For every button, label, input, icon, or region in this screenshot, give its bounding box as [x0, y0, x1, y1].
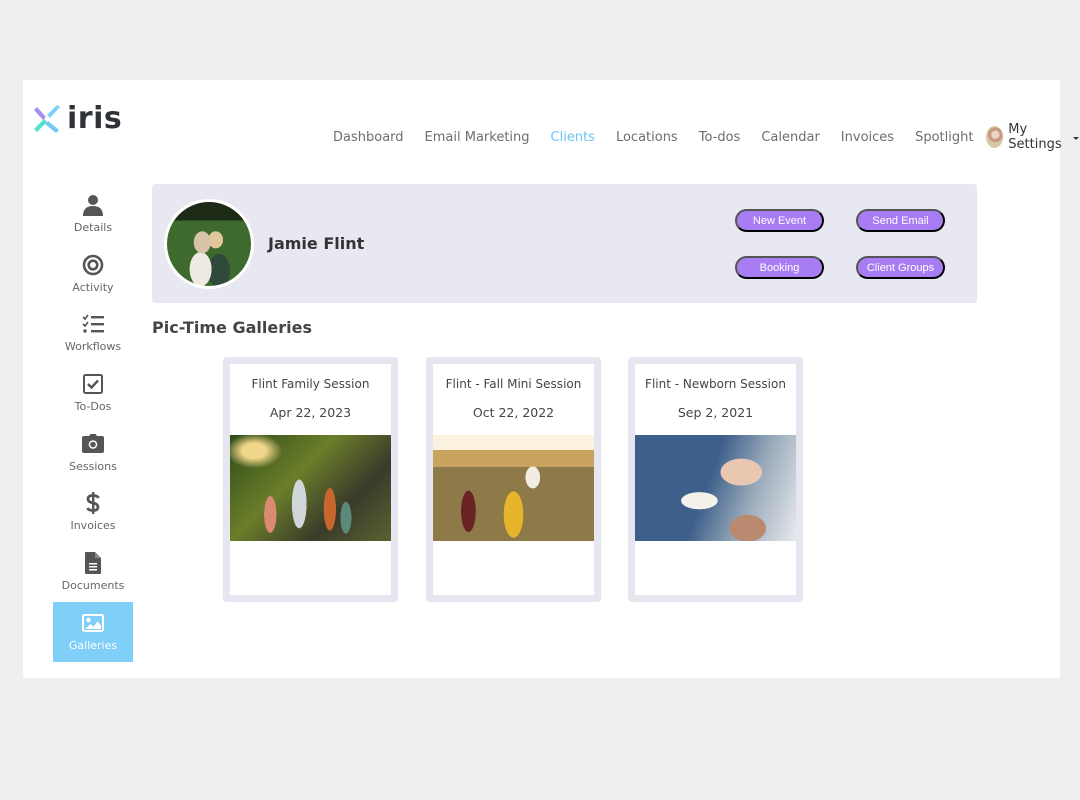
- sidebar-item-activity[interactable]: Activity: [53, 244, 133, 304]
- section-title: Pic-Time Galleries: [152, 318, 312, 337]
- client-sidebar: Details Activity Workflows To-Dos Sessio…: [53, 184, 133, 662]
- nav-dashboard[interactable]: Dashboard: [333, 130, 404, 145]
- gallery-cover-photo: [433, 435, 594, 541]
- sidebar-label: Documents: [61, 578, 125, 592]
- client-name: Jamie Flint: [268, 234, 365, 253]
- sidebar-item-workflows[interactable]: Workflows: [53, 303, 133, 363]
- sidebar-item-todos[interactable]: To-Dos: [53, 363, 133, 423]
- gallery-cover-photo: [230, 435, 391, 541]
- sidebar-label: To-Dos: [74, 399, 112, 413]
- sidebar-label: Galleries: [68, 638, 118, 652]
- dollar-icon: [82, 492, 104, 515]
- gallery-title: Flint - Fall Mini Session: [445, 377, 582, 391]
- nav-invoices[interactable]: Invoices: [841, 130, 894, 145]
- nav-clients[interactable]: Clients: [551, 130, 595, 145]
- sidebar-item-sessions[interactable]: Sessions: [53, 423, 133, 483]
- gallery-date: Sep 2, 2021: [677, 405, 754, 420]
- document-icon: [82, 551, 104, 574]
- caret-down-icon: [1072, 136, 1079, 140]
- send-email-button[interactable]: Send Email: [856, 209, 945, 232]
- iris-logo-icon: [34, 105, 60, 133]
- logo[interactable]: iris: [33, 104, 122, 134]
- my-settings-label: My Settings: [1008, 122, 1062, 152]
- gallery-card-body: Flint Family Session Apr 22, 2023: [230, 364, 391, 595]
- gallery-date: Oct 22, 2022: [472, 405, 555, 420]
- sidebar-label: Sessions: [69, 459, 117, 473]
- gallery-date: Apr 22, 2023: [269, 405, 352, 420]
- camera-icon: [82, 433, 104, 455]
- gallery-card[interactable]: Flint Family Session Apr 22, 2023: [223, 357, 398, 602]
- nav-calendar[interactable]: Calendar: [761, 130, 819, 145]
- nav-spotlight[interactable]: Spotlight: [915, 130, 973, 145]
- sidebar-item-details[interactable]: Details: [53, 184, 133, 244]
- client-header: Jamie Flint New Event Send Email Booking…: [152, 184, 977, 303]
- sidebar-label: Details: [73, 220, 113, 234]
- gallery-card[interactable]: Flint - Newborn Session Sep 2, 2021: [628, 357, 803, 602]
- checklist-icon: [82, 313, 104, 335]
- user-avatar: [986, 126, 1004, 148]
- checkbox-icon: [82, 373, 104, 395]
- sidebar-item-galleries[interactable]: Galleries: [53, 601, 133, 662]
- target-icon: [82, 254, 104, 276]
- my-settings-dropdown[interactable]: My Settings: [986, 122, 1079, 152]
- sidebar-label: Activity: [72, 280, 114, 294]
- booking-button[interactable]: Booking: [735, 256, 824, 279]
- top-nav: Dashboard Email Marketing Clients Locati…: [333, 122, 1079, 152]
- gallery-card-body: Flint - Newborn Session Sep 2, 2021: [635, 364, 796, 595]
- sidebar-label: Workflows: [64, 340, 122, 354]
- client-avatar: [164, 199, 254, 289]
- sidebar-item-invoices[interactable]: Invoices: [53, 482, 133, 542]
- new-event-button[interactable]: New Event: [735, 209, 824, 232]
- gallery-title: Flint - Newborn Session: [645, 377, 786, 391]
- nav-email-marketing[interactable]: Email Marketing: [425, 130, 530, 145]
- nav-locations[interactable]: Locations: [616, 130, 678, 145]
- gallery-cover-photo: [635, 435, 796, 541]
- app-window: iris Dashboard Email Marketing Clients L…: [23, 80, 1079, 678]
- client-groups-button[interactable]: Client Groups: [856, 256, 945, 279]
- user-icon: [82, 194, 104, 216]
- image-icon: [82, 612, 104, 634]
- gallery-card[interactable]: Flint - Fall Mini Session Oct 22, 2022: [426, 357, 601, 602]
- sidebar-item-documents[interactable]: Documents: [53, 542, 133, 602]
- logo-text: iris: [67, 101, 123, 136]
- sidebar-label: Invoices: [70, 519, 116, 533]
- gallery-title: Flint Family Session: [251, 377, 370, 391]
- nav-todos[interactable]: To-dos: [699, 130, 741, 145]
- gallery-card-body: Flint - Fall Mini Session Oct 22, 2022: [433, 364, 594, 595]
